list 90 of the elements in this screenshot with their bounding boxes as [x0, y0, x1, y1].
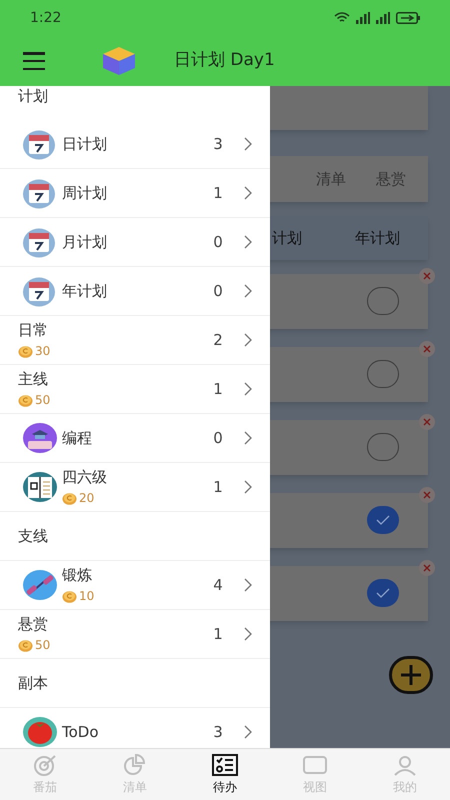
coin-count: 50 — [35, 392, 50, 409]
item-count: 3 — [212, 134, 224, 155]
tomato-icon — [22, 716, 58, 748]
battery-icon — [396, 12, 420, 24]
close-icon[interactable] — [419, 414, 435, 430]
chevron-right-icon — [244, 137, 252, 151]
close-icon[interactable] — [419, 268, 435, 284]
book-icon — [22, 471, 58, 503]
calendar-icon — [22, 177, 56, 209]
chevron-right-icon — [244, 382, 252, 396]
drawer-item[interactable]: 月计划 0 — [0, 218, 270, 267]
chevron-right-icon — [244, 284, 252, 298]
chevron-right-icon — [244, 480, 252, 494]
section-header: 支线 — [18, 526, 48, 547]
app-title: 日计划 Day1 — [174, 49, 275, 72]
item-count: 0 — [212, 232, 224, 253]
wifi-icon — [334, 12, 350, 24]
chevron-right-icon — [244, 431, 252, 445]
drawer-item[interactable]: 日计划 3 — [0, 120, 270, 169]
menu-icon[interactable] — [23, 52, 47, 70]
item-label: 锻炼 — [62, 565, 93, 585]
section-header: 计划 — [18, 86, 49, 106]
drawer-item[interactable]: 主线 50 1 — [0, 365, 270, 414]
coin-icon — [62, 492, 77, 504]
item-label: 日常 — [18, 320, 49, 340]
check-icon — [376, 588, 390, 598]
drawer-item[interactable]: 编程 0 — [0, 414, 270, 463]
coin-count: 50 — [35, 637, 50, 654]
item-count: 4 — [212, 574, 224, 596]
drawer-item[interactable]: 日常 30 2 — [0, 316, 270, 365]
coin-count: 30 — [35, 343, 50, 360]
item-count: 3 — [212, 722, 224, 743]
item-label: 年计划 — [62, 281, 108, 301]
calendar-icon — [22, 128, 56, 160]
cube-icon — [102, 46, 136, 76]
close-icon[interactable] — [419, 487, 435, 503]
item-label: 周计划 — [62, 183, 108, 203]
coin-icon — [18, 394, 33, 406]
close-icon[interactable] — [419, 341, 435, 357]
coin-icon — [18, 638, 33, 652]
item-label: 日计划 — [62, 134, 108, 154]
item-count: 2 — [212, 330, 224, 351]
item-count: 0 — [212, 280, 224, 302]
window-icon — [302, 754, 328, 776]
coin-icon — [62, 590, 77, 602]
person-icon — [392, 754, 418, 776]
add-button[interactable] — [389, 656, 433, 694]
chevron-right-icon — [244, 627, 252, 641]
item-count: 1 — [212, 476, 224, 498]
item-label: 四六级 — [62, 467, 108, 487]
pie-chart-icon — [122, 754, 148, 776]
chevron-right-icon — [244, 235, 252, 249]
calendar-icon — [22, 275, 56, 307]
drawer-item[interactable]: 年计划 0 — [0, 267, 270, 316]
item-label: 编程 — [62, 428, 93, 448]
item-label: ToDo — [62, 722, 100, 742]
drawer-item[interactable]: 周计划 1 — [0, 169, 270, 218]
checkbox[interactable] — [367, 360, 399, 388]
item-count: 1 — [212, 378, 224, 400]
graduation-cap-icon — [22, 422, 58, 454]
item-count: 0 — [212, 428, 224, 449]
item-count: 1 — [212, 624, 224, 645]
check-icon — [376, 515, 390, 525]
section-header: 副本 — [18, 672, 48, 694]
chevron-right-icon — [244, 333, 252, 347]
checkbox[interactable] — [367, 433, 399, 461]
signal-icon — [376, 12, 390, 24]
chevron-right-icon — [244, 578, 252, 592]
checkbox[interactable] — [367, 287, 399, 315]
drawer-item[interactable]: 四六级 20 1 — [0, 463, 270, 512]
plus-icon — [400, 664, 422, 686]
signal-icon — [356, 12, 370, 24]
nav-tab[interactable]: 待办 — [180, 749, 270, 800]
coin-count: 10 — [79, 588, 94, 605]
drawer-item[interactable]: 锻炼 10 4 — [0, 561, 270, 610]
drawer-item[interactable]: 悬赏 50 1 — [0, 610, 270, 659]
chevron-right-icon — [244, 725, 252, 739]
dumbbell-icon — [22, 569, 58, 601]
item-label: 月计划 — [62, 232, 108, 252]
chevron-right-icon — [244, 186, 252, 200]
calendar-icon — [22, 226, 56, 258]
item-count: 1 — [212, 182, 224, 204]
item-label: 悬赏 — [18, 614, 49, 634]
close-icon[interactable] — [419, 560, 435, 576]
coin-icon — [18, 344, 33, 358]
target-icon — [32, 754, 58, 776]
item-label: 主线 — [18, 369, 49, 389]
status-time: 1:22 — [30, 8, 62, 28]
coin-count: 20 — [79, 490, 94, 507]
checklist-icon — [212, 754, 238, 776]
